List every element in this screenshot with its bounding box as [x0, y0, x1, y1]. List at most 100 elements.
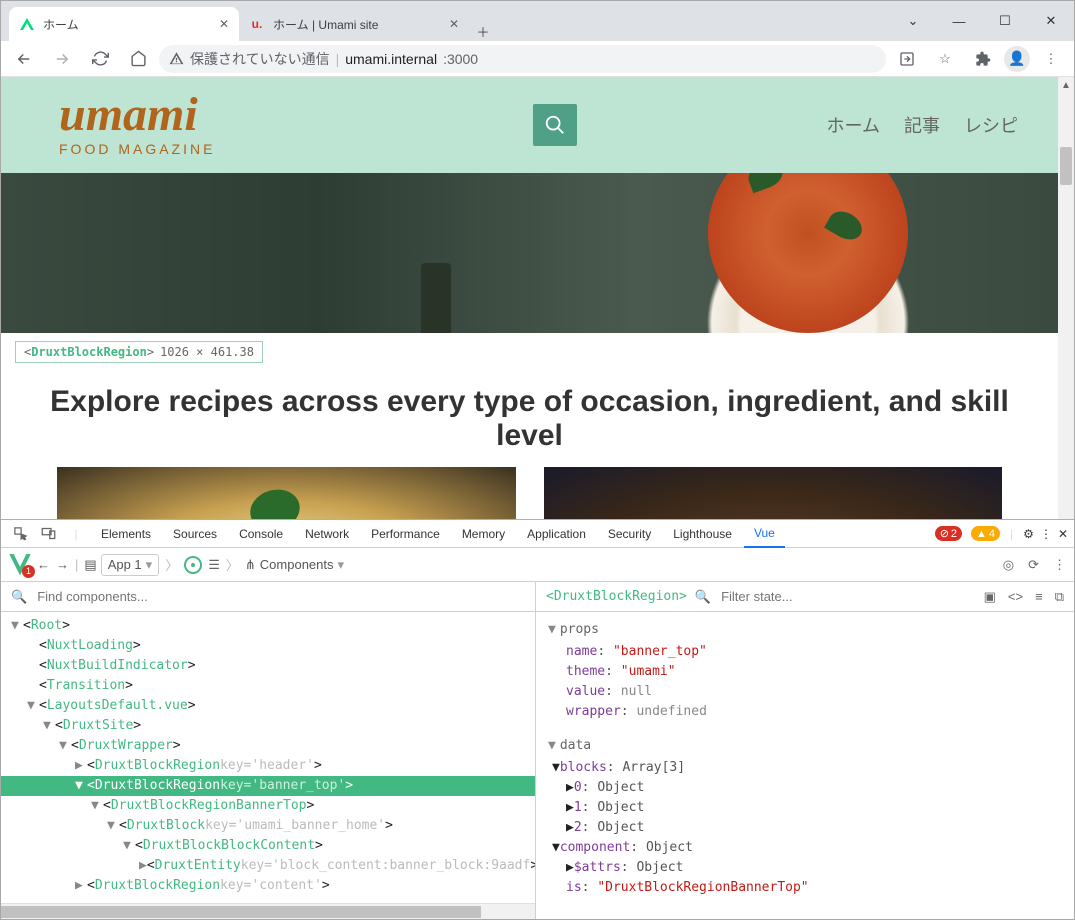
separator: |	[63, 527, 89, 541]
format-icon[interactable]: ≡	[1035, 589, 1043, 605]
target-icon[interactable]	[184, 556, 202, 574]
crosshair-icon[interactable]: ◎	[1003, 557, 1014, 573]
tree-row[interactable]: ▼<DruxtBlockRegionBannerTop>	[1, 796, 535, 816]
horizontal-scrollbar[interactable]	[1, 903, 535, 919]
scrollbar-thumb[interactable]	[1, 906, 481, 918]
state-row[interactable]: wrapper: undefined	[536, 702, 1074, 722]
tab-sources[interactable]: Sources	[163, 520, 227, 547]
minimize-button[interactable]: —	[936, 1, 982, 41]
site-logo[interactable]: umami FOOD MAGAZINE	[59, 93, 215, 156]
scroll-to-icon[interactable]: ▣	[984, 589, 996, 605]
close-icon[interactable]: ✕	[449, 17, 459, 31]
scroll-up-icon[interactable]: ▲	[1058, 77, 1074, 93]
timeline-icon[interactable]: ☰	[208, 557, 220, 573]
vue-logo-icon: 1	[9, 554, 31, 576]
toolbar: 保護されていない通信 | umami.internal:3000 ☆ 👤 ⋮	[1, 41, 1074, 77]
nav-articles[interactable]: 記事	[904, 112, 940, 138]
tab-memory[interactable]: Memory	[452, 520, 515, 547]
tree-row[interactable]: ▼<DruxtBlock key='umami_banner_home'>	[1, 816, 535, 836]
new-tab-button[interactable]: ＋	[469, 22, 497, 41]
security-text: 保護されていない通信	[190, 49, 330, 69]
tab-performance[interactable]: Performance	[361, 520, 450, 547]
tab-network[interactable]: Network	[295, 520, 359, 547]
close-devtools-icon[interactable]: ✕	[1058, 527, 1068, 541]
more-icon[interactable]: ⋮	[1040, 527, 1052, 541]
menu-icon[interactable]: ⋮	[1034, 45, 1068, 73]
tab-application[interactable]: Application	[517, 520, 596, 547]
warning-badge[interactable]: ▲4	[971, 526, 1000, 541]
nav-home[interactable]: ホーム	[827, 112, 880, 138]
state-row[interactable]: ▶$attrs: Object	[536, 858, 1074, 878]
tab-2[interactable]: u. ホーム | Umami site ✕	[239, 7, 469, 41]
tab-lighthouse[interactable]: Lighthouse	[663, 520, 742, 547]
device-toggle-icon[interactable]	[35, 526, 61, 541]
component-tree[interactable]: ▼<Root><NuxtLoading><NuxtBuildIndicator>…	[1, 612, 535, 903]
url-port: :3000	[443, 51, 478, 67]
tree-row[interactable]: ▶<DruxtBlockRegion key='header'>	[1, 756, 535, 776]
state-tree[interactable]: ▼propsname: "banner_top"theme: "umami"va…	[536, 612, 1074, 919]
scrollbar-thumb[interactable]	[1060, 147, 1072, 185]
state-row[interactable]: value: null	[536, 682, 1074, 702]
view-selector[interactable]: ⋔ Components ▾	[245, 548, 344, 581]
home-button[interactable]	[121, 45, 155, 73]
tree-row[interactable]: ▼<DruxtBlockBlockContent>	[1, 836, 535, 856]
tree-row[interactable]: ▼<Root>	[1, 616, 535, 636]
refresh-icon[interactable]: ⟳	[1028, 557, 1039, 573]
close-window-button[interactable]: ✕	[1028, 1, 1074, 41]
tree-row[interactable]: ▼<LayoutsDefault.vue>	[1, 696, 535, 716]
state-row[interactable]: is: "DruxtBlockRegionBannerTop"	[536, 878, 1074, 898]
tab-1[interactable]: ホーム ✕	[9, 7, 239, 41]
tree-row[interactable]: ▼<DruxtWrapper>	[1, 736, 535, 756]
tab-vue[interactable]: Vue	[744, 521, 785, 548]
reload-button[interactable]	[83, 45, 117, 73]
tab-elements[interactable]: Elements	[91, 520, 161, 547]
state-row[interactable]: name: "banner_top"	[536, 642, 1074, 662]
list-icon: ▤	[84, 557, 96, 573]
tree-row[interactable]: <NuxtLoading>	[1, 636, 535, 656]
tab-console[interactable]: Console	[229, 520, 293, 547]
gear-icon[interactable]: ⚙	[1023, 527, 1034, 541]
tree-row[interactable]: ▶<DruxtBlockRegion key='content'>	[1, 876, 535, 896]
notification-badge: 1	[22, 565, 35, 578]
tree-row[interactable]: <NuxtBuildIndicator>	[1, 656, 535, 676]
maximize-button[interactable]: ☐	[982, 1, 1028, 41]
state-row[interactable]: theme: "umami"	[536, 662, 1074, 682]
section-header[interactable]: ▼data	[536, 734, 1074, 758]
tab-security[interactable]: Security	[598, 520, 661, 547]
address-bar[interactable]: 保護されていない通信 | umami.internal:3000	[159, 45, 886, 73]
section-header[interactable]: ▼props	[536, 618, 1074, 642]
app-selector[interactable]: ▤ App 1 ▾	[84, 548, 159, 581]
tree-row[interactable]: ▼<DruxtBlockRegion key='banner_top'>	[1, 776, 535, 796]
state-row[interactable]: ▼component: Object	[536, 838, 1074, 858]
inspect-element-icon[interactable]	[7, 526, 33, 541]
nav-recipes[interactable]: レシピ	[964, 112, 1018, 138]
filter-state-input[interactable]	[719, 588, 976, 605]
more-icon[interactable]: ⋮	[1053, 557, 1066, 573]
state-row[interactable]: ▶2: Object	[536, 818, 1074, 838]
tree-row[interactable]: ▶<DruxtEntity key='block_content:banner_…	[1, 856, 535, 876]
find-components-input[interactable]	[35, 588, 525, 605]
error-badge[interactable]: ⊘2	[935, 526, 962, 541]
open-external-icon[interactable]: ⧉	[1055, 589, 1064, 605]
share-icon[interactable]	[890, 45, 924, 73]
show-code-icon[interactable]: <>	[1008, 589, 1023, 605]
chevron-down-icon[interactable]: ⌄	[890, 1, 936, 41]
search-button[interactable]	[533, 104, 577, 146]
tree-row[interactable]: ▼<DruxtSite>	[1, 716, 535, 736]
browser-window: ホーム ✕ u. ホーム | Umami site ✕ ＋ ⌄ — ☐ ✕ 保護…	[0, 0, 1075, 920]
history-back-icon[interactable]: ←	[37, 557, 50, 572]
titlebar: ホーム ✕ u. ホーム | Umami site ✕ ＋ ⌄ — ☐ ✕	[1, 1, 1074, 41]
close-icon[interactable]: ✕	[219, 17, 229, 31]
back-button[interactable]	[7, 45, 41, 73]
profile-avatar[interactable]: 👤	[1004, 46, 1030, 72]
state-row[interactable]: ▶1: Object	[536, 798, 1074, 818]
find-bar: 🔍	[1, 582, 535, 612]
extensions-icon[interactable]	[966, 45, 1000, 73]
fork-graphic	[421, 263, 451, 333]
forward-button	[45, 45, 79, 73]
bookmark-star-icon[interactable]: ☆	[928, 45, 962, 73]
history-forward-icon[interactable]: →	[56, 557, 69, 572]
tree-row[interactable]: <Transition>	[1, 676, 535, 696]
state-row[interactable]: ▶0: Object	[536, 778, 1074, 798]
state-row[interactable]: ▼blocks: Array[3]	[536, 758, 1074, 778]
